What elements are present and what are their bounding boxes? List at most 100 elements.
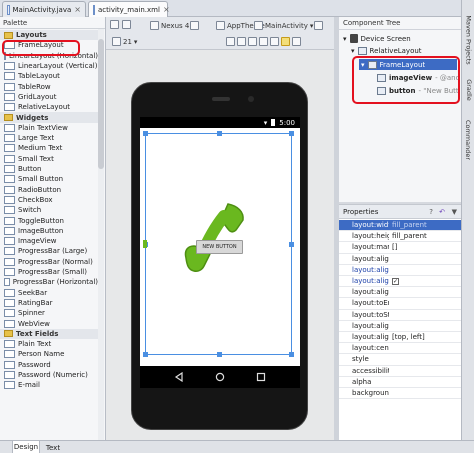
palette-item[interactable]: RelativeLayout	[0, 102, 98, 112]
activity-selector[interactable]: MainActivity ▾	[254, 21, 313, 30]
property-row[interactable]: layout:margir[]	[339, 242, 461, 254]
zoom-actual-icon[interactable]	[237, 37, 246, 46]
zoom-out-icon[interactable]	[259, 37, 268, 46]
tree-node-relativelayout[interactable]: ▾ RelativeLayout	[351, 45, 422, 56]
property-checkbox[interactable]: ✓	[392, 278, 399, 285]
property-row[interactable]: layout:alignPa	[339, 321, 461, 332]
orientation-icon[interactable]	[190, 21, 199, 30]
palette-item[interactable]: Medium Text	[0, 143, 98, 153]
rotate-icon[interactable]	[122, 20, 131, 29]
palette-item[interactable]: Large Text	[0, 133, 98, 143]
palette-item[interactable]: Password	[0, 360, 98, 370]
palette-item[interactable]: Plain Text	[0, 339, 98, 349]
palette-item[interactable]: TableLayout	[0, 71, 98, 81]
property-row[interactable]: layout:alignSt	[339, 287, 461, 299]
palette-item-label: Password (Numeric)	[18, 371, 88, 380]
property-row[interactable]: layout:alignPa	[339, 265, 461, 276]
property-value[interactable]: [top, left]	[389, 333, 461, 341]
close-icon[interactable]: ×	[74, 5, 81, 14]
palette-item[interactable]: TableRow	[0, 82, 98, 92]
tab-design[interactable]: Design	[12, 441, 40, 453]
property-row[interactable]: style	[339, 354, 461, 366]
expand-arrow-icon[interactable]: ▾	[343, 35, 347, 43]
palette-toggle-icon[interactable]	[110, 20, 119, 29]
help-icon[interactable]: ?	[429, 208, 433, 216]
palette-category[interactable]: Layouts	[0, 30, 98, 41]
device-selector[interactable]: Nexus 4▾	[150, 21, 195, 30]
resize-handle[interactable]	[217, 131, 222, 136]
property-row[interactable]: background	[339, 388, 461, 400]
tab-text[interactable]: Text	[42, 441, 64, 453]
property-value[interactable]: fill_parent	[389, 232, 461, 240]
palette-item[interactable]: Person Name	[0, 349, 98, 359]
undo-icon[interactable]: ↶	[439, 208, 445, 216]
palette-item[interactable]: CheckBox	[0, 195, 98, 205]
back-icon[interactable]	[174, 372, 184, 382]
palette-category[interactable]: Widgets	[0, 112, 98, 123]
api-selector[interactable]: 21 ▾	[112, 37, 137, 46]
palette-item[interactable]: ProgressBar (Small)	[0, 267, 98, 277]
palette-scrollbar[interactable]	[98, 29, 104, 440]
palette-item[interactable]: WebView	[0, 318, 98, 328]
palette-item[interactable]: ProgressBar (Large)	[0, 246, 98, 256]
resize-handle[interactable]	[289, 352, 294, 357]
property-row[interactable]: layout:widthfill_parent	[339, 220, 461, 232]
close-icon[interactable]: ×	[163, 5, 170, 14]
property-row[interactable]: layout:center	[339, 343, 461, 355]
palette-item[interactable]: GridLayout	[0, 92, 98, 102]
zoom-in-icon[interactable]	[248, 37, 257, 46]
warning-icon[interactable]	[281, 37, 290, 46]
palette-item[interactable]: LinearLayout (Vertical)	[0, 61, 98, 71]
palette-item[interactable]: E-mail	[0, 380, 98, 390]
resize-handle[interactable]	[289, 242, 294, 247]
new-button-widget[interactable]: NEW BUTTON	[196, 240, 243, 254]
palette-item[interactable]: ProgressBar (Horizontal)	[0, 277, 98, 287]
property-row[interactable]: layout:toEndC	[339, 298, 461, 310]
tab-mainactivity-java[interactable]: MainActivity.java ×	[2, 1, 86, 17]
palette-item[interactable]: ImageButton	[0, 226, 98, 236]
resize-handle[interactable]	[143, 131, 148, 136]
property-row[interactable]: accessibilityLi	[339, 366, 461, 377]
expand-arrow-icon[interactable]: ▾	[351, 47, 355, 55]
palette-item[interactable]: Small Text	[0, 154, 98, 164]
resize-handle[interactable]	[289, 131, 294, 136]
palette-item[interactable]: ProgressBar (Normal)	[0, 257, 98, 267]
palette-item[interactable]: ToggleButton	[0, 215, 98, 225]
palette-item[interactable]: SeekBar	[0, 288, 98, 298]
recents-icon[interactable]	[256, 372, 266, 382]
filter-icon[interactable]: ▼	[452, 208, 457, 216]
palette-category[interactable]: Text Fields	[0, 328, 98, 339]
palette-item[interactable]: ImageView	[0, 236, 98, 246]
resize-handle[interactable]	[217, 352, 222, 357]
resize-handle[interactable]	[143, 352, 148, 357]
palette-item[interactable]: Small Button	[0, 174, 98, 184]
gradle-tab[interactable]: Gradle	[462, 75, 474, 105]
palette-item[interactable]: Switch	[0, 205, 98, 215]
commander-tab[interactable]: Commander	[462, 120, 474, 160]
property-row[interactable]: layout:heightfill_parent	[339, 231, 461, 243]
property-value[interactable]: []	[389, 243, 461, 251]
locale-icon[interactable]	[314, 21, 323, 30]
palette-item[interactable]: RadioButton	[0, 185, 98, 195]
tree-node-device-screen[interactable]: ▾ Device Screen	[343, 33, 411, 44]
folder-icon	[4, 31, 13, 39]
property-row[interactable]: layout:toStart	[339, 310, 461, 321]
palette-item[interactable]: Spinner	[0, 308, 98, 318]
properties-title: Properties	[343, 207, 379, 216]
zoom-fit-icon[interactable]	[226, 37, 235, 46]
tab-activity-main-xml[interactable]: activity_main.xml ×	[88, 1, 170, 17]
home-icon[interactable]	[215, 372, 225, 382]
scrollbar-thumb[interactable]	[98, 39, 104, 169]
property-value[interactable]: fill_parent	[389, 221, 461, 229]
palette-item[interactable]: RatingBar	[0, 298, 98, 308]
property-row[interactable]: layout:alignPa✓	[339, 276, 461, 288]
refresh-icon[interactable]	[270, 37, 279, 46]
settings-icon[interactable]	[292, 37, 301, 46]
palette-item[interactable]: Plain TextView	[0, 123, 98, 133]
property-row[interactable]: layout:alignEr	[339, 254, 461, 265]
palette-item[interactable]: Button	[0, 164, 98, 174]
palette-item[interactable]: Password (Numeric)	[0, 370, 98, 380]
property-row[interactable]: alpha	[339, 377, 461, 388]
maven-projects-tab[interactable]: Maven Projects	[462, 15, 474, 64]
property-row[interactable]: layout:alignPa[top, left]	[339, 332, 461, 344]
